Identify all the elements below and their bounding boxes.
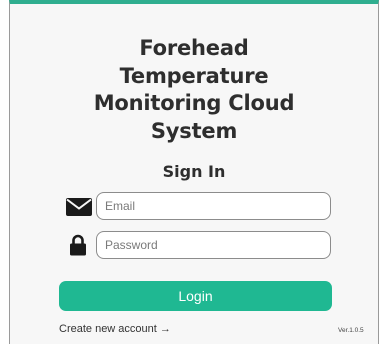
login-button[interactable]: Login xyxy=(59,281,332,311)
title-line: Temperature xyxy=(119,63,269,88)
title-line: System xyxy=(150,118,238,143)
login-page: Forehead Temperature Monitoring Cloud Sy… xyxy=(0,0,388,348)
lock-icon xyxy=(67,233,89,257)
page-title: Forehead Temperature Monitoring Cloud Sy… xyxy=(10,35,378,145)
email-input[interactable] xyxy=(96,192,331,220)
title-line: Forehead xyxy=(139,36,249,60)
password-input[interactable] xyxy=(96,231,331,259)
version-label: Ver.1.0.5 xyxy=(338,327,364,334)
title-line: Monitoring Cloud xyxy=(93,91,295,115)
sign-in-heading: Sign In xyxy=(162,162,226,181)
create-account-link[interactable]: Create new account → xyxy=(59,323,171,335)
envelope-icon xyxy=(64,196,94,218)
